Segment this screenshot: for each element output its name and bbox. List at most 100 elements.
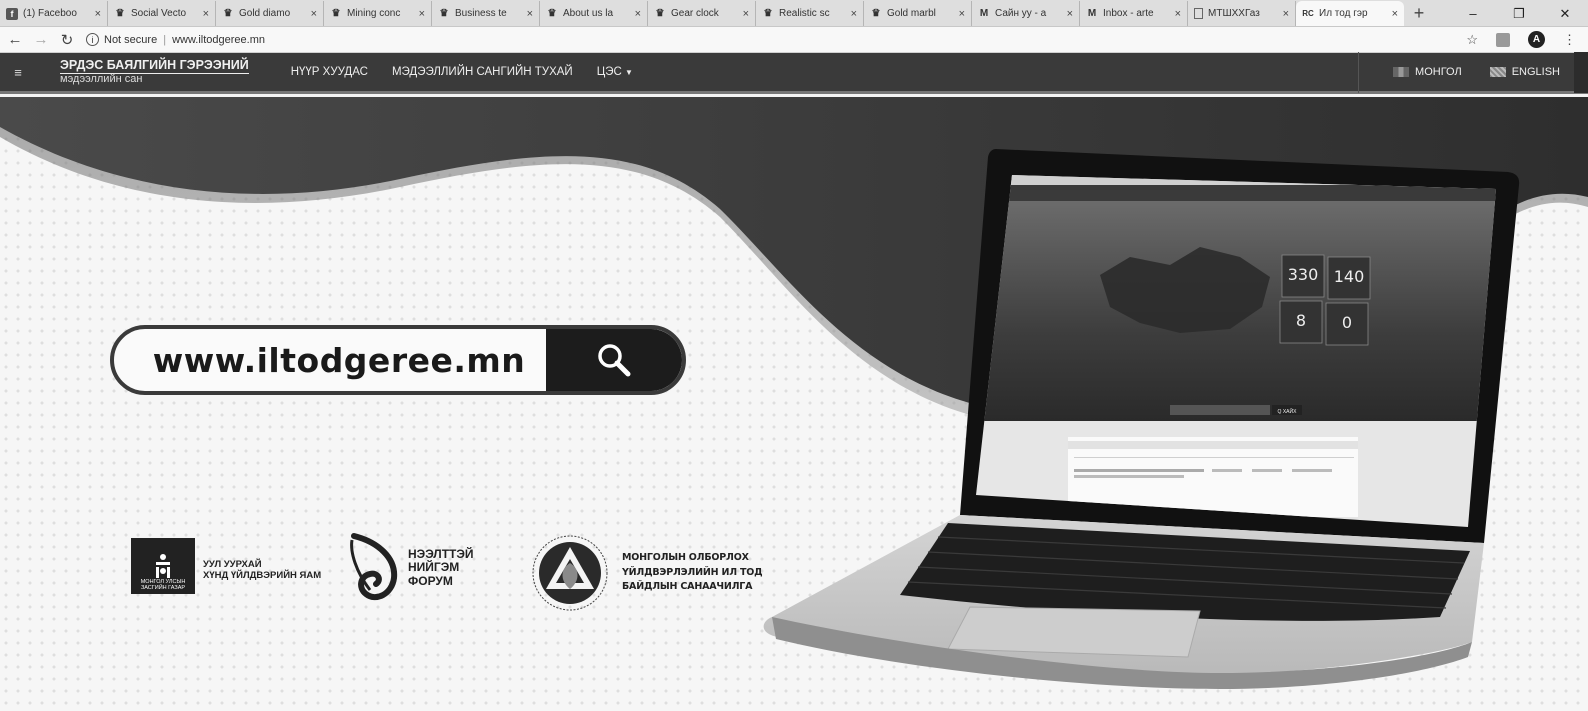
toolbar-right: ☆ A ⋮ (1466, 31, 1576, 48)
browser-tab[interactable]: ♛ About us la × (540, 1, 648, 26)
omnibox-divider: | (163, 33, 167, 46)
browser-tab[interactable]: ♛ Gold marbl × (864, 1, 972, 26)
crown-icon: ♛ (871, 8, 881, 19)
gmail-icon: M (979, 8, 989, 19)
browser-tab[interactable]: ♛ Gear clock × (648, 1, 756, 26)
crown-icon: ♛ (763, 8, 773, 19)
brand-title: ЭРДЭС БАЯЛГИЙН ГЭРЭЭНИЙ (60, 58, 249, 74)
restore-icon[interactable]: ❐ (1496, 0, 1542, 27)
browser-tab[interactable]: RC Ил тод гэр × (1296, 1, 1404, 26)
tab-close-icon[interactable]: × (635, 8, 641, 20)
tab-list: f (1) Faceboo × ♛ Social Vecto × ♛ Gold diamo × ♛… (0, 0, 1404, 26)
tab-close-icon[interactable]: × (851, 8, 857, 20)
nav-home[interactable]: НҮҮР ХУУДАС (291, 66, 368, 78)
tab-label: Business te (455, 8, 507, 19)
security-label: Not secure (104, 33, 158, 46)
nav-about[interactable]: МЭДЭЭЛЛИЙН САНГИЙН ТУХАЙ (392, 66, 573, 78)
forward-icon[interactable]: → (30, 31, 52, 48)
browser-tab[interactable]: M Inbox - arte × (1080, 1, 1188, 26)
tab-close-icon[interactable]: × (959, 8, 965, 20)
crown-icon: ♛ (115, 8, 125, 19)
crown-icon: ♛ (331, 8, 341, 19)
menu-kebab-icon[interactable]: ⋮ (1563, 32, 1576, 48)
lang-en-label: ENGLISH (1511, 66, 1560, 78)
lang-mn-label: МОНГОЛ (1415, 66, 1462, 78)
crown-icon: ♛ (223, 8, 233, 19)
laptop-screen: 330 140 8 0 Q ХАЙХ (976, 175, 1496, 527)
new-tab-button[interactable]: + (1404, 1, 1434, 26)
stat-companies: 140 (1334, 267, 1365, 286)
facebook-icon: f (6, 7, 18, 20)
lang-mongolian[interactable]: МОНГОЛ (1379, 66, 1476, 78)
tab-close-icon[interactable]: × (1067, 8, 1073, 20)
laptop-search-field (1170, 405, 1270, 415)
url-omnibox[interactable]: i Not secure | www.iltodgeree.mn (86, 30, 1456, 50)
tab-label: Gear clock (671, 8, 719, 19)
tab-label: Gold diamo (239, 8, 291, 19)
hero-banner: www.iltodgeree.mn МОНГОЛ УЛСЫН ЗАСГИЙН Г… (0, 97, 1588, 711)
minimize-icon[interactable]: – (1450, 0, 1496, 27)
rc-icon: RC (1302, 9, 1314, 18)
browser-tab[interactable]: МТШХХГаз × (1188, 1, 1296, 26)
browser-tab[interactable]: M Сайн уу - a × (972, 1, 1080, 26)
reload-icon[interactable]: ↻ (56, 31, 78, 49)
sidebar-toggle-icon[interactable]: ≡ (4, 65, 32, 80)
stat-eight: 8 (1296, 311, 1306, 330)
stat-contracts: 330 (1288, 265, 1319, 284)
tab-close-icon[interactable]: × (203, 8, 209, 20)
tab-close-icon[interactable]: × (311, 8, 317, 20)
laptop-search-button: Q ХАЙХ (1278, 407, 1298, 415)
lang-english[interactable]: ENGLISH (1476, 66, 1574, 78)
tab-close-icon[interactable]: × (1283, 8, 1289, 20)
language-switcher: МОНГОЛ ENGLISH (1358, 51, 1588, 93)
stat-zero: 0 (1342, 313, 1352, 332)
info-icon[interactable]: i (86, 33, 99, 46)
tab-label: (1) Faceboo (23, 8, 77, 19)
tab-close-icon[interactable]: × (419, 8, 425, 20)
window-controls: – ❐ ✕ (1450, 0, 1588, 27)
tab-close-icon[interactable]: × (743, 8, 749, 20)
crown-icon: ♛ (547, 8, 557, 19)
tab-label: About us la (563, 8, 614, 19)
tab-label: Realistic sc (779, 8, 830, 19)
tab-label: Mining conc (347, 8, 401, 19)
scrollbar-top[interactable] (1574, 51, 1588, 93)
laptop-trackpad (947, 606, 1201, 658)
page-icon (1194, 8, 1203, 19)
tab-label: Gold marbl (887, 8, 936, 19)
extension-icon[interactable] (1496, 32, 1510, 47)
tab-label: Inbox - arte (1103, 8, 1154, 19)
browser-tab[interactable]: ♛ Realistic sc × (756, 1, 864, 26)
caret-down-icon: ▼ (624, 68, 633, 77)
tab-close-icon[interactable]: × (1175, 8, 1181, 20)
url-text[interactable]: www.iltodgeree.mn (172, 34, 265, 46)
tab-label: Сайн уу - a (995, 8, 1047, 19)
browser-tab[interactable]: f (1) Faceboo × (0, 1, 108, 26)
browser-tab[interactable]: ♛ Mining conc × (324, 1, 432, 26)
header-divider (1358, 51, 1360, 93)
main-nav: НҮҮР ХУУДАС МЭДЭЭЛЛИЙН САНГИЙН ТУХАЙ ЦЭС… (291, 66, 633, 78)
profile-avatar[interactable]: A (1528, 31, 1545, 48)
site-header: ≡ ЭРДЭС БАЯЛГИЙН ГЭРЭЭНИЙ мэдээллийн сан… (0, 51, 1588, 94)
brand-subtitle: мэдээллийн сан (60, 72, 143, 85)
close-window-icon[interactable]: ✕ (1542, 0, 1588, 27)
mongolia-flag-icon (1393, 67, 1410, 77)
tab-close-icon[interactable]: × (527, 8, 533, 20)
browser-tab[interactable]: ♛ Social Vecto × (108, 1, 216, 26)
crown-icon: ♛ (439, 8, 449, 19)
browser-tab[interactable]: ♛ Business te × (432, 1, 540, 26)
site-brand[interactable]: ЭРДЭС БАЯЛГИЙН ГЭРЭЭНИЙ мэдээллийн сан (60, 58, 249, 86)
tab-close-icon[interactable]: × (1392, 8, 1398, 20)
tab-label: Ил тод гэр (1319, 8, 1368, 19)
browser-tab-strip: f (1) Faceboo × ♛ Social Vecto × ♛ Gold diamo × ♛… (0, 0, 1588, 27)
browser-tab[interactable]: ♛ Gold diamo × (216, 1, 324, 26)
tab-close-icon[interactable]: × (95, 8, 101, 20)
address-bar: ← → ↻ i Not secure | www.iltodgeree.mn ☆… (0, 27, 1588, 53)
tab-label: МТШХХГаз (1208, 8, 1260, 19)
uk-flag-icon (1489, 67, 1506, 77)
nav-menu[interactable]: ЦЭС ▼ (597, 66, 633, 78)
crown-icon: ♛ (655, 8, 665, 19)
back-icon[interactable]: ← (4, 31, 26, 48)
nav-menu-label: ЦЭС (596, 66, 622, 78)
bookmark-star-icon[interactable]: ☆ (1466, 32, 1478, 48)
